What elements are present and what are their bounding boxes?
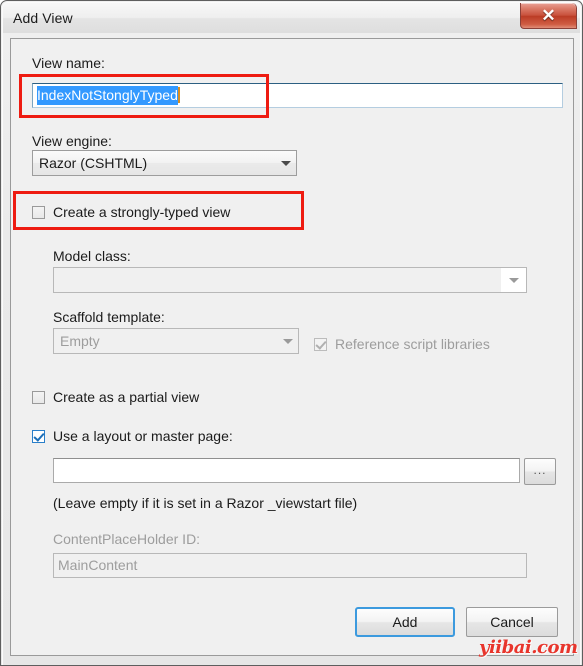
close-icon: ✕ xyxy=(541,5,556,25)
strongly-typed-checkbox[interactable] xyxy=(32,205,45,219)
content-placeholder-input: MainContent xyxy=(53,553,527,578)
dialog-body-panel: View name: IndexNotStonglyTyped View eng… xyxy=(10,38,574,656)
scaffold-template-combobox: Empty xyxy=(53,328,299,354)
reference-scripts-checkbox-row: Reference script libraries xyxy=(314,336,490,352)
add-view-dialog: Add View ✕ View name: IndexNotStonglyTyp… xyxy=(0,0,583,666)
model-class-combobox xyxy=(53,267,527,293)
scaffold-template-label: Scaffold template: xyxy=(53,309,165,325)
strongly-typed-checkbox-row[interactable]: Create a strongly-typed view xyxy=(32,204,230,220)
partial-view-label: Create as a partial view xyxy=(53,389,200,405)
close-button[interactable]: ✕ xyxy=(520,3,577,29)
model-class-label: Model class: xyxy=(53,248,131,264)
view-name-label: View name: xyxy=(32,55,105,71)
view-engine-combobox[interactable]: Razor (CSHTML) xyxy=(32,150,297,176)
add-button[interactable]: Add xyxy=(355,607,455,637)
reference-scripts-label: Reference script libraries xyxy=(335,336,490,352)
reference-scripts-checkbox xyxy=(314,337,327,351)
view-name-selected-text: IndexNotStonglyTyped xyxy=(37,86,178,105)
cancel-button[interactable]: Cancel xyxy=(466,607,558,637)
use-layout-label: Use a layout or master page: xyxy=(53,428,233,444)
use-layout-checkbox[interactable] xyxy=(32,429,45,443)
scaffold-template-value: Empty xyxy=(60,333,100,349)
strongly-typed-label: Create a strongly-typed view xyxy=(53,204,231,220)
content-placeholder-value: MainContent xyxy=(58,557,138,573)
chevron-down-icon xyxy=(276,160,296,166)
window-title: Add View xyxy=(13,10,73,26)
layout-path-input[interactable] xyxy=(53,458,520,483)
text-caret xyxy=(177,87,180,103)
browse-layout-button[interactable]: ... xyxy=(524,458,556,485)
view-engine-label: View engine: xyxy=(32,133,112,149)
view-engine-value: Razor (CSHTML) xyxy=(39,155,148,171)
view-name-input[interactable]: IndexNotStonglyTyped xyxy=(32,83,563,108)
title-bar: Add View ✕ xyxy=(3,3,580,33)
watermark: yiibai.com xyxy=(479,637,578,658)
partial-view-checkbox[interactable] xyxy=(32,390,45,404)
use-layout-checkbox-row[interactable]: Use a layout or master page: xyxy=(32,428,233,444)
partial-view-checkbox-row[interactable]: Create as a partial view xyxy=(32,389,199,405)
chevron-down-icon xyxy=(501,268,526,292)
layout-hint-text: (Leave empty if it is set in a Razor _vi… xyxy=(53,495,358,511)
content-placeholder-label: ContentPlaceHolder ID: xyxy=(53,531,201,547)
chevron-down-icon xyxy=(278,338,298,344)
